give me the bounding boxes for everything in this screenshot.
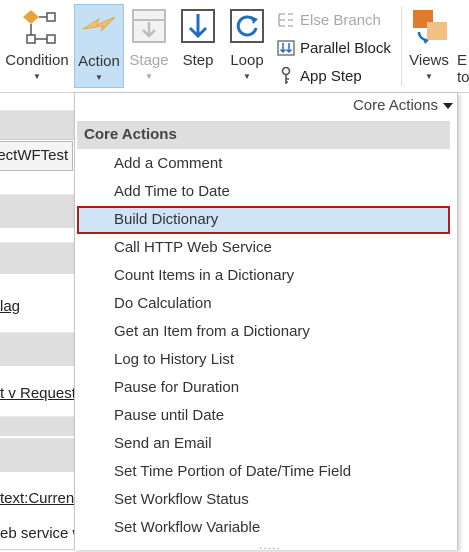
stage-header-band [0, 332, 74, 368]
chevron-down-icon: ▼ [145, 72, 153, 81]
request-link[interactable]: t v Request [0, 385, 74, 402]
parallel-block-label: Parallel Block [300, 39, 391, 57]
current-item-link[interactable]: text:Current [0, 490, 74, 507]
menu-item[interactable]: Do Calculation [77, 290, 450, 318]
menu-item[interactable]: Build Dictionary [77, 206, 450, 234]
action-label: Action [78, 53, 120, 70]
condition-button[interactable]: Condition ▼ [0, 4, 74, 88]
menu-item[interactable]: Count Items in a Dictionary [77, 262, 450, 290]
lightning-icon [82, 16, 116, 32]
stage-icon [132, 9, 166, 43]
step-icon [181, 9, 215, 43]
condition-label: Condition [5, 52, 69, 69]
page-surface [0, 93, 74, 111]
loop-icon [230, 9, 264, 43]
parallel-block-icon [276, 39, 296, 57]
step-label: Step [182, 52, 214, 69]
ribbon-separator [401, 6, 402, 86]
dropdown-arrow-icon [443, 102, 453, 109]
loop-label: Loop [230, 52, 264, 69]
stage-button[interactable]: Stage ▼ [124, 4, 174, 88]
else-branch-icon [276, 11, 296, 29]
menu-item[interactable]: Send an Email [77, 430, 450, 458]
flag-link[interactable]: lag [0, 298, 74, 315]
resize-grip[interactable]: ..... [259, 539, 281, 551]
page-surface [0, 228, 74, 243]
page-surface [0, 172, 74, 195]
action-button[interactable]: Action ▼ [74, 4, 124, 88]
action-category-selector[interactable]: Core Actions [353, 97, 453, 114]
else-branch-label: Else Branch [300, 11, 381, 29]
menu-item[interactable]: Pause until Date [77, 402, 450, 430]
action-dropdown-menu: Core Actions Core Actions Add a Comment A… [74, 92, 458, 551]
loop-button[interactable]: Loop ▼ [222, 4, 272, 88]
web-service-text: eb service w [0, 525, 74, 542]
else-branch-button[interactable]: Else Branch [276, 6, 398, 34]
views-label: Views [409, 52, 449, 69]
chevron-down-icon: ▼ [33, 72, 41, 81]
menu-item[interactable]: Log to History List [77, 346, 450, 374]
stage-header-band [0, 438, 74, 474]
ribbon: Condition ▼ Action ▼ Stage ▼ Step Loop ▼… [0, 0, 469, 93]
action-category-label: Core Actions [352, 97, 438, 114]
step-button[interactable]: Step [174, 4, 222, 88]
workflow-name-field[interactable]: jectWFTest [0, 141, 73, 171]
menu-item-list: Add a Comment Add Time to Date Build Dicti… [77, 150, 450, 542]
menu-item[interactable]: Pause for Duration [77, 374, 450, 402]
menu-item[interactable]: Add a Comment [77, 150, 450, 178]
stage-header-band [0, 194, 74, 230]
condition-icon [23, 10, 56, 44]
app-step-label: App Step [300, 67, 362, 85]
chevron-down-icon: ▼ [95, 73, 103, 82]
export-label-line2: to [457, 69, 469, 86]
parallel-block-button[interactable]: Parallel Block [276, 34, 398, 62]
key-icon [276, 67, 296, 85]
menu-section-header: Core Actions [77, 121, 450, 149]
menu-item[interactable]: Set Workflow Status [77, 486, 450, 514]
export-button-partial[interactable]: E to [455, 4, 469, 88]
chevron-down-icon: ▼ [425, 72, 433, 81]
views-button[interactable]: Views ▼ [404, 4, 454, 88]
app-step-button[interactable]: App Step [276, 62, 398, 90]
stage-label: Stage [129, 52, 169, 69]
stage-header-band [0, 110, 74, 140]
export-label-partial: E to [455, 52, 469, 86]
menu-item[interactable]: Set Time Portion of Date/Time Field [77, 458, 450, 486]
menu-item[interactable]: Add Time to Date [77, 178, 450, 206]
stage-header-band [0, 416, 74, 438]
chevron-down-icon: ▼ [243, 72, 251, 81]
stage-header-band [0, 242, 74, 276]
export-label-line1: E [457, 52, 468, 69]
ribbon-small-buttons: Else Branch Parallel Block App Step [276, 6, 398, 90]
menu-item[interactable]: Get an Item from a Dictionary [77, 318, 450, 346]
views-icon [413, 10, 447, 44]
menu-item[interactable]: Call HTTP Web Service [77, 234, 450, 262]
